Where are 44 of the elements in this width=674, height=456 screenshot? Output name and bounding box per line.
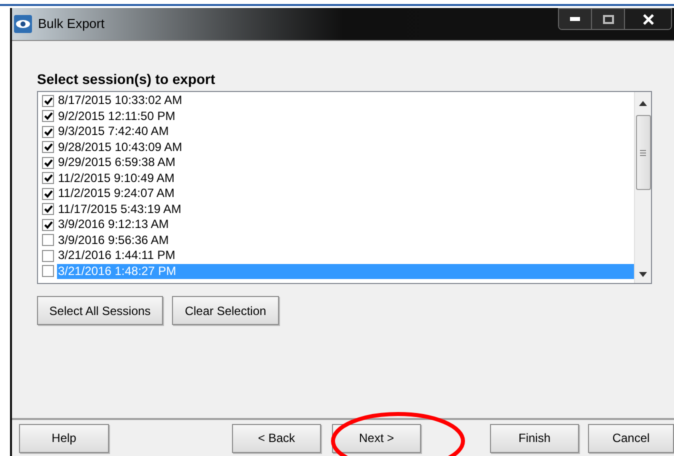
minimize-button[interactable] [559,9,592,29]
eye-icon [14,15,32,33]
dialog-button[interactable]: Next > [332,424,421,452]
section-heading: Select session(s) to export [37,70,216,88]
dialog-button[interactable]: < Back [232,424,321,452]
scroll-thumb[interactable] [636,115,650,190]
session-item[interactable]: 3/21/2016 1:44:11 PM [57,248,176,264]
close-button[interactable] [625,9,671,29]
close-icon [642,14,654,24]
session-item[interactable]: 11/2/2015 9:10:49 AM [57,170,176,186]
session-item[interactable]: 11/2/2015 9:24:07 AM [57,186,176,202]
session-item[interactable]: 9/3/2015 7:42:40 AM [57,124,170,140]
checkbox[interactable] [42,188,54,200]
session-item[interactable]: 9/29/2015 6:59:38 AM [57,155,176,170]
checkbox[interactable] [42,203,54,216]
checkbox[interactable] [42,234,54,246]
checkbox[interactable] [42,172,54,184]
scroll-up-icon [639,101,647,106]
checkbox[interactable] [42,265,54,278]
scroll-down-icon [639,272,647,277]
session-item[interactable]: 9/28/2015 10:43:09 AM [57,140,184,155]
maximize-icon [602,14,614,24]
window-title: Bulk Export [38,15,104,34]
dialog-button[interactable]: Cancel [588,424,674,452]
minimize-icon [570,17,580,21]
dialog-button[interactable]: Select All Sessions [37,296,163,325]
session-item[interactable]: 11/17/2015 5:43:19 AM [57,202,182,217]
scrollbar[interactable] [634,92,651,283]
dialog-button[interactable]: Help [19,424,109,452]
maximize-button[interactable] [592,9,625,29]
grip-icon [640,150,646,156]
dialog-button[interactable]: Clear Selection [172,296,279,325]
dialog-button[interactable]: Finish [490,424,579,452]
session-item[interactable]: 9/2/2015 12:11:50 PM [57,108,176,124]
session-item[interactable]: 3/9/2016 9:12:13 AM [57,217,170,232]
checkbox[interactable] [42,250,54,262]
checkbox[interactable] [42,94,54,107]
checkbox[interactable] [42,126,54,138]
checkbox[interactable] [42,110,54,122]
checkbox[interactable] [42,156,54,169]
session-item[interactable]: 8/17/2015 10:33:02 AM [57,93,184,108]
session-item[interactable]: 3/9/2016 9:56:36 AM [57,232,170,248]
checkbox[interactable] [42,218,54,231]
checkbox[interactable] [42,141,54,154]
